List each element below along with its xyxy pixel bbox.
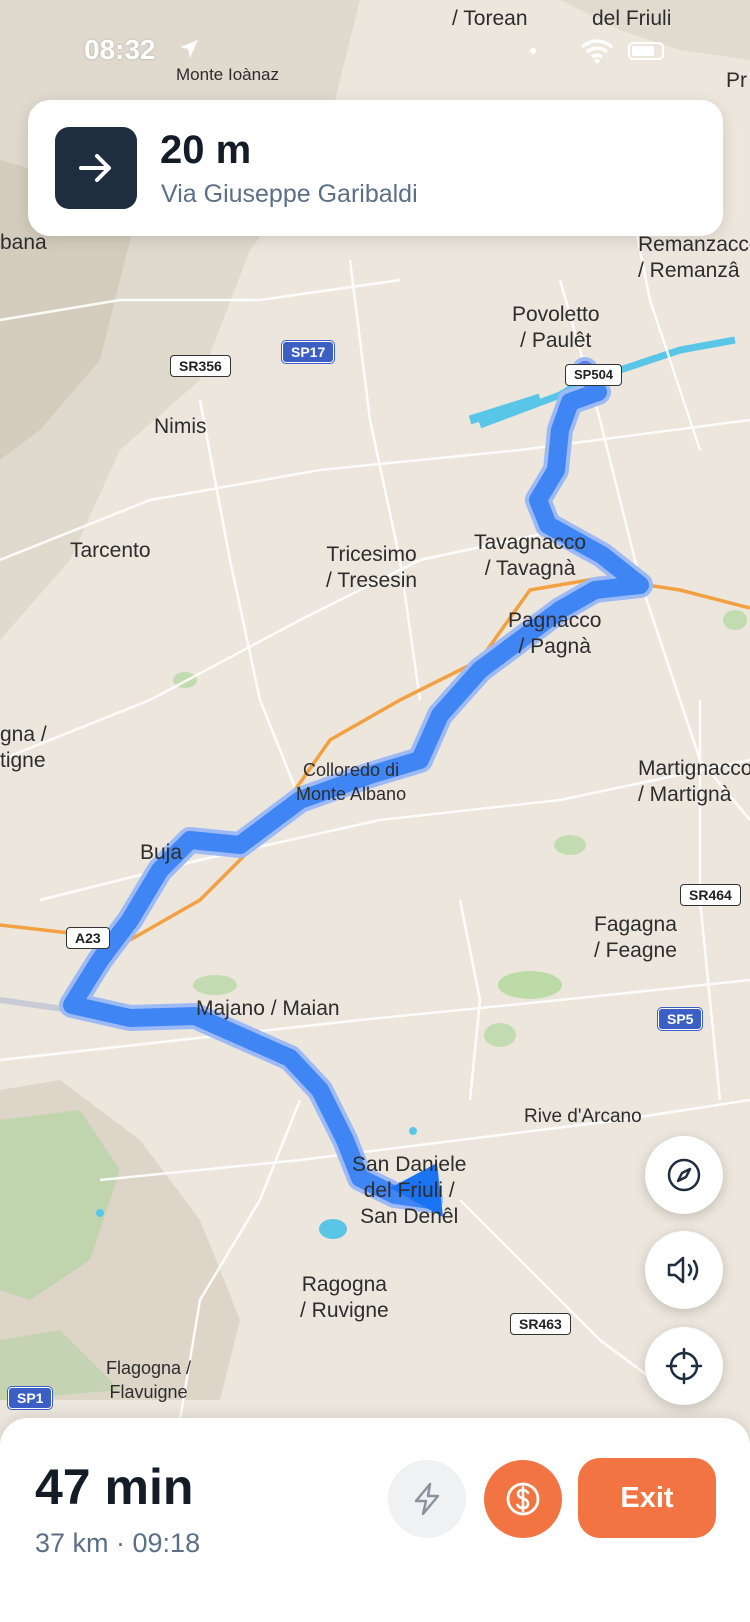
place-label: gna / tigne xyxy=(0,723,47,772)
place-label: Nimis xyxy=(154,415,207,438)
compass-icon xyxy=(667,1158,701,1192)
road-shield-sr356: SR356 xyxy=(170,355,231,377)
road-shield-sp504: SP504 xyxy=(565,364,623,386)
place-label: Remanzacco / Remanzâ xyxy=(638,233,750,282)
speaker-icon xyxy=(667,1256,699,1284)
crosshair-icon xyxy=(665,1347,703,1385)
location-arrow-icon xyxy=(180,40,198,58)
maneuver-street: Via Giuseppe Garibaldi xyxy=(161,180,418,208)
battery-icon xyxy=(628,42,664,60)
map-view[interactable]: / Torean del Friuli Pr Monte Ioànaz bana… xyxy=(0,0,750,1622)
compass-button[interactable] xyxy=(645,1136,723,1214)
road-shield-a23: A23 xyxy=(66,927,110,949)
place-label: Tricesimo / Tresesin xyxy=(326,543,418,592)
road-shield-sp17: SP17 xyxy=(282,341,335,363)
trip-distance-arrival: 37 km · 09:18 xyxy=(35,1528,201,1558)
place-label: Colloredo di Monte Albano xyxy=(296,760,407,804)
wifi-icon xyxy=(580,39,614,64)
place-label: Fagagna / Feagne xyxy=(594,913,677,962)
recenter-button[interactable] xyxy=(645,1327,723,1405)
road-shield-sr463: SR463 xyxy=(510,1313,571,1335)
place-label: San Daniele del Friuli / San Denêl xyxy=(352,1153,467,1228)
status-time: 08:32 xyxy=(84,34,156,65)
signal-dot xyxy=(530,48,536,54)
place-label: Pagnacco / Pagnà xyxy=(508,609,602,658)
place-label: Povoletto / Paulêt xyxy=(512,303,600,352)
trip-duration: 47 min xyxy=(35,1459,194,1515)
sound-button[interactable] xyxy=(645,1231,723,1309)
turn-direction-box xyxy=(55,127,137,209)
status-bar: 08:32 xyxy=(0,0,750,80)
dollar-icon xyxy=(506,1482,540,1516)
place-label: Tarcento xyxy=(70,539,151,562)
place-label: Tavagnacco / Tavagnà xyxy=(474,531,587,580)
cost-button[interactable] xyxy=(484,1460,562,1538)
arrow-right-icon xyxy=(79,154,111,182)
road-shield-sp5: SP5 xyxy=(658,1008,703,1030)
maneuver-distance: 20 m xyxy=(160,128,252,172)
road-shield-sr464: SR464 xyxy=(680,884,741,906)
turn-instruction-card[interactable]: 20 m Via Giuseppe Garibaldi xyxy=(28,100,723,236)
charging-stations-button[interactable] xyxy=(388,1460,466,1538)
trip-summary-panel: 47 min 37 km · 09:18 Exit xyxy=(0,1418,750,1622)
place-label: Buja xyxy=(140,841,183,864)
exit-navigation-button[interactable]: Exit xyxy=(578,1458,716,1538)
place-label: Ragogna / Ruvigne xyxy=(300,1273,389,1322)
bolt-icon xyxy=(414,1482,440,1516)
place-label: Martignacco / Martignà xyxy=(638,757,750,806)
place-label: Flagogna / Flavuigne xyxy=(106,1358,192,1402)
road-shield-sp1: SP1 xyxy=(8,1387,53,1409)
place-label: Rive d'Arcano xyxy=(524,1106,642,1127)
place-label: Majano / Maian xyxy=(196,997,340,1020)
